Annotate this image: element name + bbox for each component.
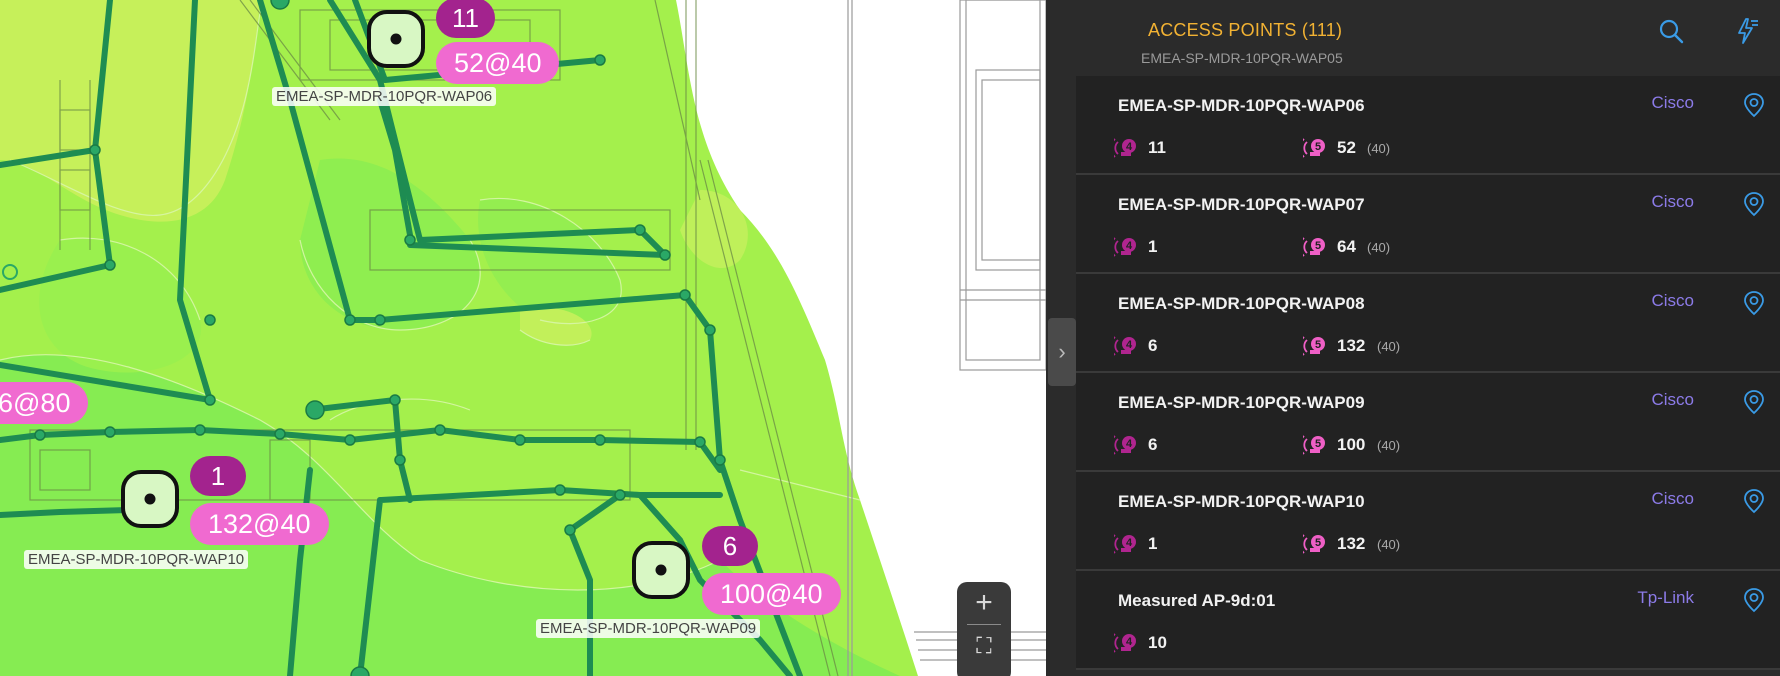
heatmap-canvas[interactable] bbox=[0, 0, 1046, 676]
band-24ghz-icon: 4 bbox=[1110, 136, 1138, 160]
locate-pin-icon[interactable] bbox=[1742, 389, 1766, 415]
ap-row-name: EMEA-SP-MDR-10PQR-WAP10 bbox=[1118, 492, 1365, 511]
ap-row-clients-5: 132 bbox=[1337, 336, 1366, 355]
ap-row-vendor: Cisco bbox=[1651, 192, 1694, 211]
ap-list-row[interactable]: EMEA-SP-MDR-10PQR-WAP07 Cisco 4 1 5 64 (40) bbox=[1076, 175, 1780, 274]
ap-marker-wap06[interactable] bbox=[367, 10, 425, 68]
app-root: 11 52@40 EMEA-SP-MDR-10PQR-WAP06 1 132@4… bbox=[0, 0, 1780, 676]
ap-row-name: EMEA-SP-MDR-10PQR-WAP08 bbox=[1118, 294, 1365, 313]
ap-list-row[interactable]: EMEA-SP-MDR-10PQR-WAP10 Cisco 4 1 5 132 (40) bbox=[1076, 472, 1780, 571]
ap-row-name: EMEA-SP-MDR-10PQR-WAP06 bbox=[1118, 96, 1365, 115]
band-5ghz-icon: 5 bbox=[1299, 334, 1327, 358]
locate-pin-icon[interactable] bbox=[1742, 488, 1766, 514]
collapse-panel-button[interactable]: › bbox=[1048, 318, 1076, 386]
ap-row-clients-5: 100 bbox=[1337, 435, 1366, 454]
ap-row-name: Measured AP-9d:01 bbox=[1118, 591, 1276, 610]
ap-row-clients-24: 6 bbox=[1148, 435, 1158, 454]
ap-row-clients-5: 52 bbox=[1337, 138, 1356, 157]
band-24ghz-icon: 4 bbox=[1110, 433, 1138, 457]
ap-row-clients-24: 6 bbox=[1148, 336, 1158, 355]
band-5ghz-icon: 5 bbox=[1299, 136, 1327, 160]
ap-list-row[interactable]: Measured AP-9d:01 Tp-Link 4 10 bbox=[1076, 571, 1780, 670]
ap-wap06-band5-badge: 52@40 bbox=[436, 42, 560, 84]
ap-list-row[interactable]: EMEA-SP-MDR-10PQR-WAP09 Cisco 4 6 5 100 (40) bbox=[1076, 373, 1780, 472]
ap-wap06-name-label: EMEA-SP-MDR-10PQR-WAP06 bbox=[272, 87, 497, 106]
ap-row-vendor: Cisco bbox=[1651, 489, 1694, 508]
ap-row-channel-width: (40) bbox=[1377, 339, 1401, 354]
floor-plan-map[interactable]: 11 52@40 EMEA-SP-MDR-10PQR-WAP06 1 132@4… bbox=[0, 0, 1046, 676]
ap-row-clients-24: 1 bbox=[1148, 237, 1158, 256]
svg-text:5: 5 bbox=[1315, 537, 1321, 549]
ap-list-row[interactable]: EMEA-SP-MDR-10PQR-WAP08 Cisco 4 6 5 132 (40) bbox=[1076, 274, 1780, 373]
ap-row-vendor: Cisco bbox=[1651, 390, 1694, 409]
search-icon[interactable] bbox=[1656, 16, 1686, 46]
svg-text:4: 4 bbox=[1126, 438, 1133, 450]
ap-row-clients-5: 132 bbox=[1337, 534, 1366, 553]
svg-text:5: 5 bbox=[1315, 141, 1321, 153]
ap-row-channel-width: (40) bbox=[1377, 537, 1401, 552]
svg-text:4: 4 bbox=[1126, 636, 1133, 648]
ap-row-channel-width: (40) bbox=[1367, 240, 1391, 255]
svg-text:5: 5 bbox=[1315, 240, 1321, 252]
ap-row-channel-width: (40) bbox=[1377, 438, 1401, 453]
scrolled-row-peek: EMEA-SP-MDR-10PQR-WAP05 bbox=[1141, 50, 1343, 66]
ap-row-vendor: Tp-Link bbox=[1637, 588, 1694, 607]
ap-row-channel-width: (40) bbox=[1367, 141, 1391, 156]
ap-marker-wap10[interactable] bbox=[121, 470, 179, 528]
ap-wap09-band24-badge: 6 bbox=[702, 526, 758, 566]
ap-row-name: EMEA-SP-MDR-10PQR-WAP07 bbox=[1118, 195, 1365, 214]
ap-row-clients-24: 11 bbox=[1148, 138, 1166, 157]
fit-to-screen-button[interactable]: ⛶ bbox=[957, 625, 1011, 667]
band-5ghz-icon: 5 bbox=[1299, 433, 1327, 457]
locate-pin-icon[interactable] bbox=[1742, 92, 1766, 118]
ap-row-clients-5: 64 bbox=[1337, 237, 1356, 256]
svg-text:4: 4 bbox=[1126, 339, 1133, 351]
access-points-panel: ACCESS POINTS (111) EMEA-SP-MDR-10PQR-WA… bbox=[1046, 0, 1780, 676]
ap-wap09-band5-badge: 100@40 bbox=[702, 573, 841, 615]
zoom-in-button[interactable]: + bbox=[957, 582, 1011, 624]
svg-text:5: 5 bbox=[1315, 339, 1321, 351]
ap-row-clients-24: 1 bbox=[1148, 534, 1158, 553]
ap-row-clients-24: 10 bbox=[1148, 633, 1167, 652]
ap-wap06-band24-badge: 11 bbox=[436, 0, 495, 38]
ap-marker-wap09[interactable] bbox=[632, 541, 690, 599]
panel-title: ACCESS POINTS (111) bbox=[1148, 20, 1343, 40]
band-24ghz-icon: 4 bbox=[1110, 334, 1138, 358]
band-24ghz-icon: 4 bbox=[1110, 532, 1138, 556]
ap-wap09-name-label: EMEA-SP-MDR-10PQR-WAP09 bbox=[536, 619, 761, 638]
zoom-controls: + ⛶ bbox=[957, 582, 1011, 676]
svg-text:4: 4 bbox=[1126, 141, 1133, 153]
band-24ghz-icon: 4 bbox=[1110, 235, 1138, 259]
svg-text:5: 5 bbox=[1315, 438, 1321, 450]
band-24ghz-icon: 4 bbox=[1110, 631, 1138, 655]
ap-wap10-band24-badge: 1 bbox=[190, 456, 246, 496]
ap-list-row[interactable]: EMEA-SP-MDR-10PQR-WAP06 Cisco 4 11 5 52 (40) bbox=[1076, 76, 1780, 175]
band-5ghz-icon: 5 bbox=[1299, 532, 1327, 556]
ap-wap10-name-label: EMEA-SP-MDR-10PQR-WAP10 bbox=[24, 550, 249, 569]
ap-partial-band5-badge: 6@80 bbox=[0, 382, 89, 424]
ap-wap10-band5-badge: 132@40 bbox=[190, 503, 329, 545]
svg-text:4: 4 bbox=[1126, 537, 1133, 549]
svg-text:4: 4 bbox=[1126, 240, 1133, 252]
locate-pin-icon[interactable] bbox=[1742, 191, 1766, 217]
ap-row-vendor: Cisco bbox=[1651, 291, 1694, 310]
locate-pin-icon[interactable] bbox=[1742, 290, 1766, 316]
access-point-list: EMEA-SP-MDR-10PQR-WAP06 Cisco 4 11 5 52 (40) EM… bbox=[1076, 76, 1780, 670]
band-5ghz-icon: 5 bbox=[1299, 235, 1327, 259]
bolt-filter-icon[interactable] bbox=[1731, 16, 1761, 46]
ap-row-name: EMEA-SP-MDR-10PQR-WAP09 bbox=[1118, 393, 1365, 412]
locate-pin-icon[interactable] bbox=[1742, 587, 1766, 613]
ap-row-vendor: Cisco bbox=[1651, 93, 1694, 112]
